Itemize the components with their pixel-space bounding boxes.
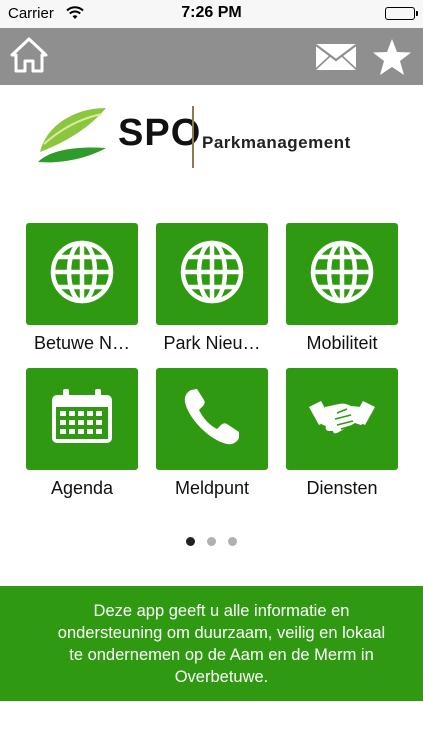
- phone-icon: [181, 386, 243, 453]
- logo-brand-text: SPO: [118, 112, 202, 154]
- nav-bar: [0, 28, 423, 85]
- globe-icon: [49, 239, 115, 310]
- tile-button[interactable]: [156, 223, 268, 325]
- calendar-icon: [49, 388, 115, 451]
- logo-divider: [192, 106, 194, 168]
- logo-tagline: Parkmanagement: [202, 133, 351, 152]
- tile-label: Diensten: [306, 478, 378, 498]
- page-dot-1[interactable]: [186, 537, 195, 546]
- page-indicator[interactable]: [0, 537, 423, 546]
- handshake-icon: [307, 395, 377, 444]
- status-bar: Carrier 7:26 PM: [0, 0, 423, 28]
- tile-button[interactable]: [26, 223, 138, 325]
- page-dot-3[interactable]: [228, 537, 237, 546]
- info-text: Deze app geeft u alle informatie en onde…: [57, 601, 386, 686]
- tile-label: Agenda: [50, 478, 114, 498]
- leaf-logo-icon: [36, 102, 108, 164]
- tile-label: Park Nieu…: [163, 333, 261, 353]
- brand-logo: SPO Parkmanagement: [36, 100, 396, 180]
- tile-label: Mobiliteit: [306, 333, 378, 353]
- tile-diensten[interactable]: Diensten: [286, 368, 398, 499]
- page-dot-2[interactable]: [207, 537, 216, 546]
- tile-button[interactable]: [286, 368, 398, 470]
- tile-mobiliteit[interactable]: Mobiliteit: [286, 223, 398, 354]
- tile-button[interactable]: [286, 223, 398, 325]
- tile-betuwe[interactable]: Betuwe N…: [26, 223, 138, 354]
- tile-label: Betuwe N…: [33, 333, 131, 353]
- tile-agenda[interactable]: Agenda: [26, 368, 138, 499]
- tile-button[interactable]: [26, 368, 138, 470]
- globe-icon: [179, 239, 245, 310]
- tile-button[interactable]: [156, 368, 268, 470]
- star-icon[interactable]: [372, 38, 412, 76]
- tile-meldpunt[interactable]: Meldpunt: [156, 368, 268, 499]
- info-banner: Deze app geeft u alle informatie en onde…: [0, 586, 423, 701]
- tile-park-nieuws[interactable]: Park Nieu…: [156, 223, 268, 354]
- clock: 7:26 PM: [181, 4, 242, 21]
- globe-icon: [309, 239, 375, 310]
- home-icon[interactable]: [10, 36, 48, 74]
- tile-label: Meldpunt: [174, 478, 250, 498]
- mail-icon[interactable]: [314, 42, 358, 72]
- battery-icon: [385, 7, 418, 20]
